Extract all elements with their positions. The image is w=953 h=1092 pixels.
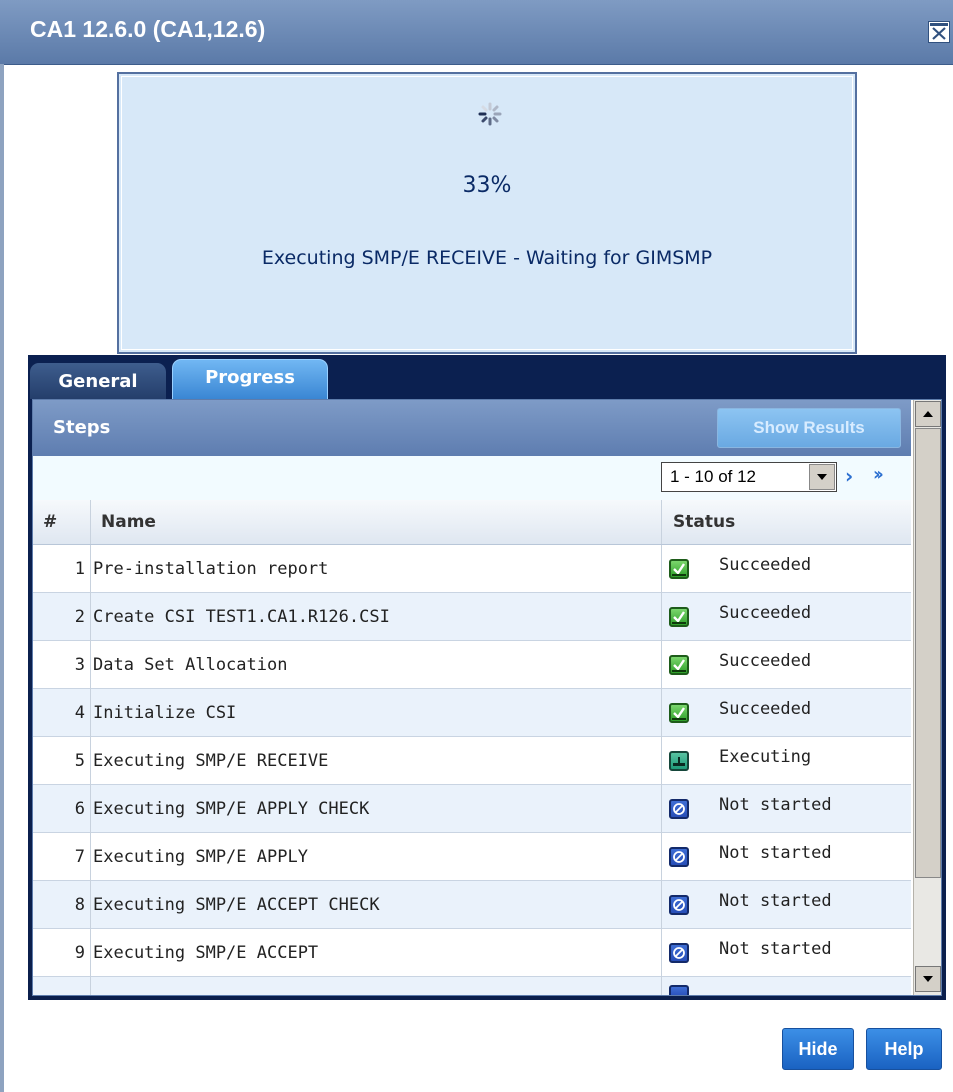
succeeded-icon [669,559,689,579]
close-icon[interactable] [928,21,950,43]
row-name: Create CSI TEST1.CA1.R126.CSI [93,607,390,627]
succeeded-icon [669,703,689,723]
steps-header: Steps Show Results [33,400,911,456]
not-started-icon [669,847,689,867]
scroll-up-button[interactable] [915,401,941,427]
succeeded-icon [669,607,689,627]
tab-panel: General Progress Steps Show Results 1 - … [28,355,946,1000]
row-name: Executing SMP/E APPLY [93,847,308,867]
column-divider [90,545,91,995]
table-row[interactable]: 2 Create CSI TEST1.CA1.R126.CSI Succeede… [33,593,911,641]
row-number: 6 [74,799,85,819]
table-row[interactable]: 7 Executing SMP/E APPLY Not started [33,833,911,881]
not-started-icon [669,943,689,963]
table-row[interactable]: 6 Executing SMP/E APPLY CHECK Not starte… [33,785,911,833]
row-name: Initialize CSI [93,703,237,723]
vertical-scrollbar[interactable] [913,400,941,995]
row-number: 1 [74,559,85,579]
row-name: Executing SMP/E ACCEPT CHECK [93,895,380,915]
row-name: Executing SMP/E APPLY CHECK [93,799,370,819]
column-header-number[interactable]: # [43,512,57,532]
row-status: Not started [719,939,832,959]
row-status: Not started [719,891,832,911]
not-started-icon [669,985,689,995]
table-row[interactable]: 1 Pre-installation report Succeeded [33,545,911,593]
executing-icon [669,751,689,771]
row-status: Succeeded [719,603,812,623]
row-number: 3 [74,655,85,675]
scroll-down-button[interactable] [915,966,941,992]
show-results-button[interactable]: Show Results [717,408,901,448]
row-number: 5 [74,751,85,771]
page-range-value: 1 - 10 of 12 [670,467,757,486]
row-status: Succeeded [719,699,812,719]
table-row[interactable]: 4 Initialize CSI Succeeded [33,689,911,737]
table-row[interactable]: 3 Data Set Allocation Succeeded [33,641,911,689]
column-divider [90,500,91,544]
succeeded-icon [669,655,689,675]
row-status: Succeeded [719,555,812,575]
window-left-border [0,64,4,1092]
row-status: Not started [719,843,832,863]
row-number: 8 [74,895,85,915]
progress-percent: 33% [462,173,512,198]
table-row[interactable]: 8 Executing SMP/E ACCEPT CHECK Not start… [33,881,911,929]
not-started-icon [669,799,689,819]
row-number: 2 [74,607,85,627]
tab-general[interactable]: General [30,363,166,399]
row-status: Not started [719,795,832,815]
row-name: Data Set Allocation [93,655,288,675]
window-title: CA1 12.6.0 (CA1,12.6) [30,16,266,42]
column-divider [661,545,662,995]
steps-title: Steps [53,417,111,438]
table-row-partial[interactable] [33,977,911,995]
tab-progress[interactable]: Progress [172,359,328,399]
row-status: Succeeded [719,651,812,671]
table-row[interactable]: 9 Executing SMP/E ACCEPT Not started [33,929,911,977]
progress-message: Executing SMP/E RECEIVE - Waiting for GI… [261,247,713,269]
scroll-thumb[interactable] [915,428,941,878]
dropdown-arrow-icon[interactable] [809,464,835,490]
progress-box: 33% Executing SMP/E RECEIVE - Waiting fo… [117,72,857,354]
help-button[interactable]: Help [866,1028,942,1070]
row-number: 7 [74,847,85,867]
row-number: 9 [74,943,85,963]
steps-panel: Steps Show Results 1 - 10 of 12 › ›› # N… [32,399,942,996]
row-name: Pre-installation report [93,559,329,579]
last-page-icon[interactable]: ›› [873,464,884,485]
row-number: 4 [74,703,85,723]
steps-rows: 1 Pre-installation report Succeeded 2 Cr… [33,545,911,995]
window-titlebar: CA1 12.6.0 (CA1,12.6) [0,0,953,65]
progress-box-inner: 33% Executing SMP/E RECEIVE - Waiting fo… [121,76,853,350]
row-status: Executing [719,747,812,767]
page-range-select[interactable]: 1 - 10 of 12 [661,462,837,492]
pager-row: 1 - 10 of 12 › ›› [33,456,911,501]
row-name: Executing SMP/E ACCEPT [93,943,319,963]
next-page-icon[interactable]: › [845,464,853,488]
column-header-status[interactable]: Status [673,512,735,532]
spinner-icon [478,102,502,126]
column-header-name[interactable]: Name [101,512,156,532]
table-row[interactable]: 5 Executing SMP/E RECEIVE Executing [33,737,911,785]
hide-button[interactable]: Hide [782,1028,854,1070]
row-name: Executing SMP/E RECEIVE [93,751,329,771]
column-divider [661,500,662,544]
grid-header: # Name Status [33,500,911,545]
not-started-icon [669,895,689,915]
